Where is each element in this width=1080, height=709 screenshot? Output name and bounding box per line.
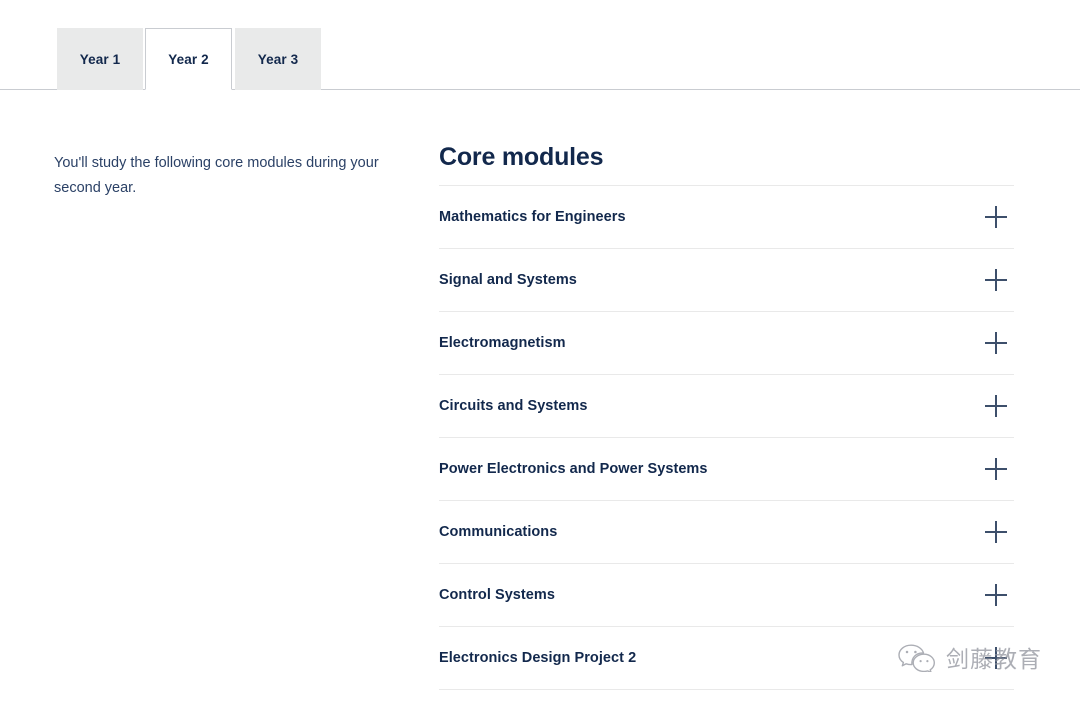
year-intro-text: You'll study the following core modules … xyxy=(54,155,379,196)
module-accordion-item[interactable]: Mathematics for Engineers xyxy=(439,186,1014,248)
module-label: Power Electronics and Power Systems xyxy=(439,461,708,477)
core-modules-section: Core modules Mathematics for Engineers S… xyxy=(439,142,1014,690)
tab-year-2-label: Year 2 xyxy=(168,51,209,67)
row-divider xyxy=(439,689,1014,690)
module-accordion-item[interactable]: Signal and Systems xyxy=(439,249,1014,311)
module-label: Communications xyxy=(439,524,558,540)
tab-year-3-label: Year 3 xyxy=(257,51,299,67)
plus-icon[interactable] xyxy=(985,458,1007,480)
plus-icon[interactable] xyxy=(985,521,1007,543)
module-accordion-item[interactable]: Circuits and Systems xyxy=(439,375,1014,437)
year-tabs-list: Year 1 Year 2 Year 3 xyxy=(57,28,323,90)
plus-icon[interactable] xyxy=(985,395,1007,417)
plus-icon[interactable] xyxy=(985,584,1007,606)
plus-icon[interactable] xyxy=(985,206,1007,228)
tab-year-1[interactable]: Year 1 xyxy=(57,28,143,90)
module-label: Mathematics for Engineers xyxy=(439,209,626,225)
module-label: Circuits and Systems xyxy=(439,398,588,414)
module-accordion-item[interactable]: Power Electronics and Power Systems xyxy=(439,438,1014,500)
module-label: Signal and Systems xyxy=(439,272,577,288)
plus-icon[interactable] xyxy=(985,269,1007,291)
module-accordion-item[interactable]: Control Systems xyxy=(439,564,1014,626)
page-title: Core modules xyxy=(439,143,604,171)
module-label: Electromagnetism xyxy=(439,335,566,351)
tab-year-1-label: Year 1 xyxy=(79,51,121,67)
tab-panel-year-2: You'll study the following core modules … xyxy=(0,91,1080,709)
module-label: Control Systems xyxy=(439,587,555,603)
course-modules-page: Year 1 Year 2 Year 3 You'll study the fo… xyxy=(0,0,1080,709)
tab-year-2[interactable]: Year 2 xyxy=(145,28,232,90)
module-accordion-item[interactable]: Electronics Design Project 2 xyxy=(439,627,1014,689)
module-accordion-item[interactable]: Communications xyxy=(439,501,1014,563)
module-label: Electronics Design Project 2 xyxy=(439,650,637,666)
plus-icon[interactable] xyxy=(985,647,1007,669)
plus-icon[interactable] xyxy=(985,332,1007,354)
year-tabs-bar: Year 1 Year 2 Year 3 xyxy=(0,0,1080,91)
module-accordion-item[interactable]: Electromagnetism xyxy=(439,312,1014,374)
tab-year-3[interactable]: Year 3 xyxy=(235,28,321,90)
